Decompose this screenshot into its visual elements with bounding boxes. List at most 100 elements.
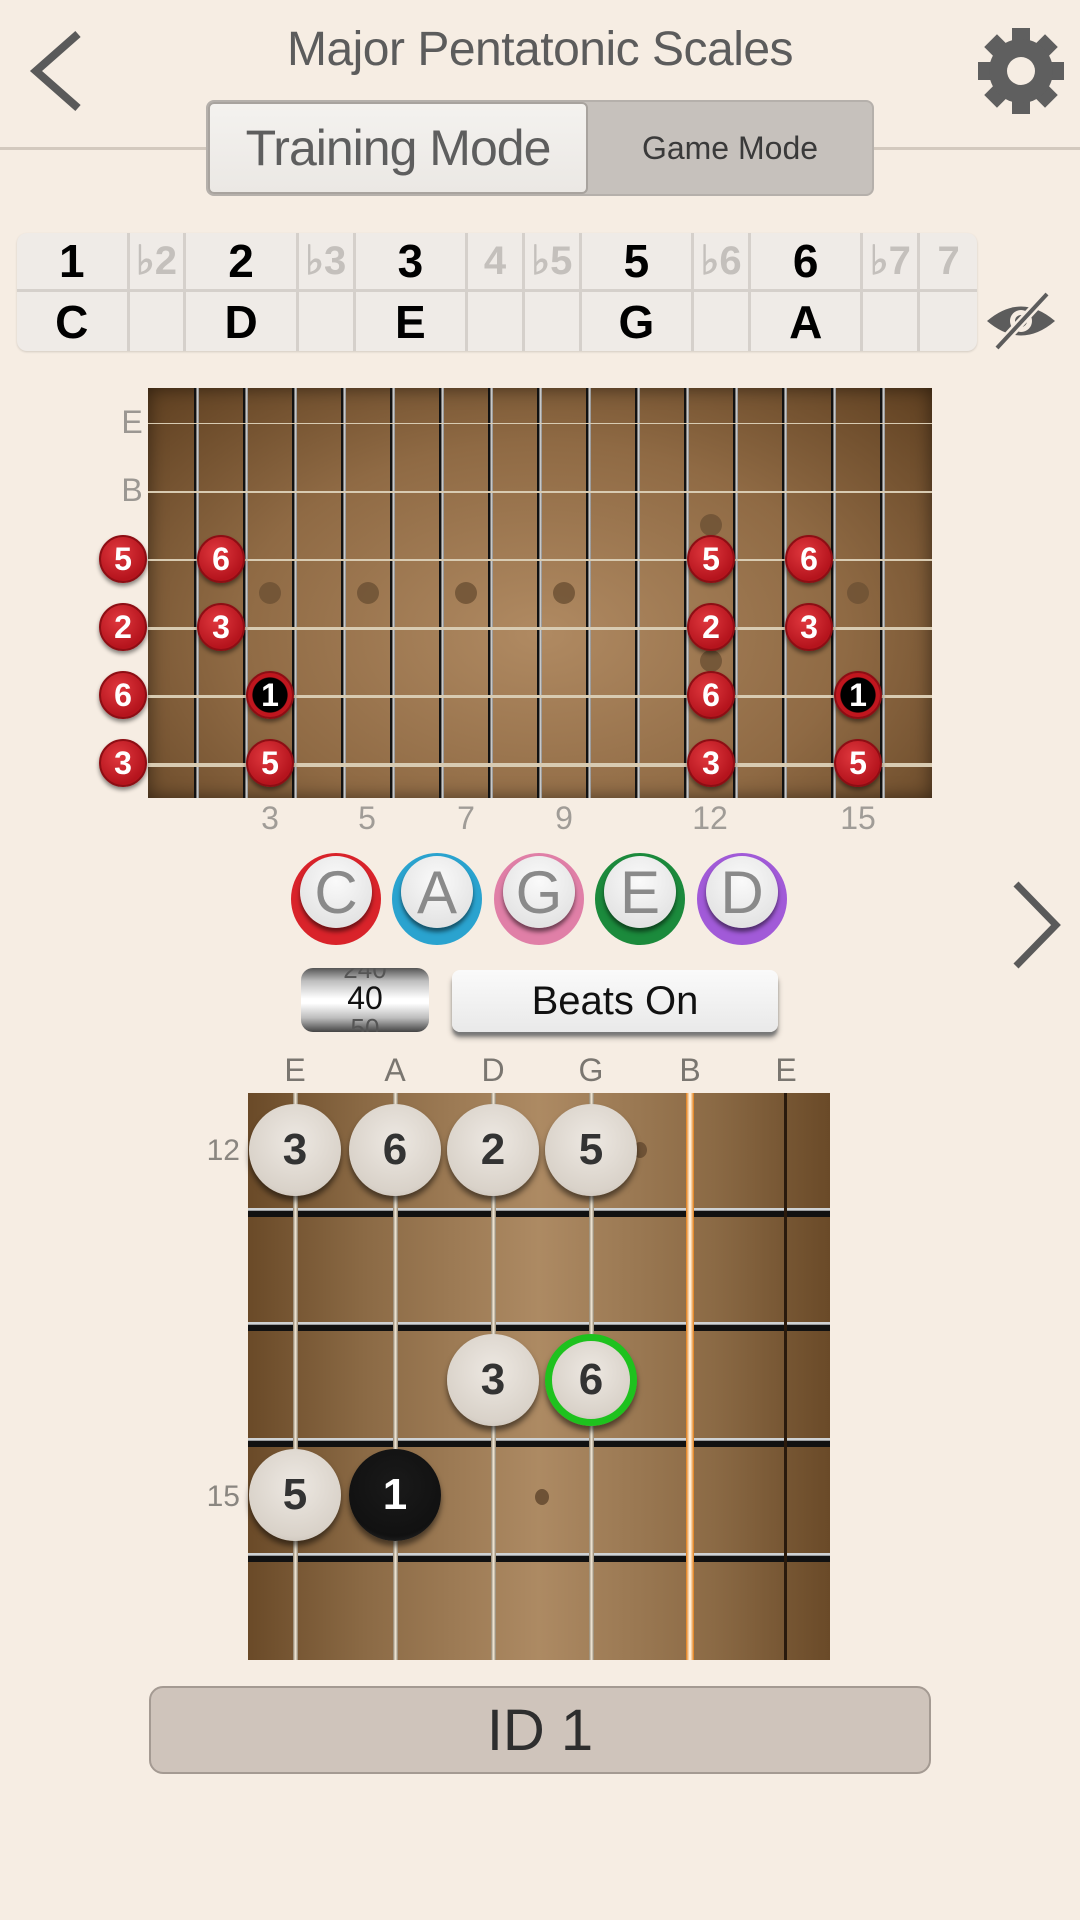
interval-column[interactable]: ♭7 — [863, 233, 921, 351]
scale-note-marker[interactable]: 5 — [99, 535, 147, 583]
interval-degree: ♭6 — [694, 233, 748, 292]
fret-wire — [243, 388, 248, 798]
string-label: D — [481, 1052, 505, 1088]
interval-column[interactable]: 5G — [581, 233, 695, 351]
fret-wire — [733, 388, 738, 798]
chevron-right-icon[interactable] — [1008, 880, 1064, 970]
caged-shape-label: G — [503, 856, 575, 928]
active-note-button[interactable]: 6 — [545, 1334, 637, 1426]
fret-label-15: 15 — [206, 1480, 240, 1513]
interval-note — [694, 292, 748, 351]
interval-note: C — [55, 295, 89, 348]
detail-fretboard[interactable] — [248, 1093, 830, 1660]
interval-column[interactable]: ♭5 — [524, 233, 582, 351]
note-button[interactable]: 5 — [249, 1449, 341, 1541]
beats-toggle-button[interactable]: Beats On — [452, 970, 778, 1032]
interval-degree: 4 — [468, 233, 522, 292]
note-button[interactable]: 3 — [249, 1104, 341, 1196]
interval-degree: ♭2 — [129, 233, 184, 292]
interval-note — [863, 292, 917, 351]
interval-note — [920, 292, 977, 351]
scale-note-marker[interactable]: 6 — [785, 535, 833, 583]
interval-note — [525, 292, 579, 351]
string-label: G — [578, 1052, 604, 1088]
fret-wire — [248, 1438, 830, 1447]
fret-wire — [194, 388, 199, 798]
root-note-marker[interactable]: 1 — [834, 671, 882, 719]
interval-column[interactable]: 2D — [186, 233, 299, 351]
fret-number-15: 15 — [840, 800, 876, 836]
interval-column[interactable]: 6A — [750, 233, 864, 351]
scale-note-marker[interactable]: 2 — [99, 603, 147, 651]
fret-wire — [684, 388, 689, 798]
root-note-marker[interactable]: 1 — [246, 671, 294, 719]
interval-degree: ♭5 — [524, 233, 579, 292]
interval-column[interactable]: ♭2 — [129, 233, 187, 351]
interval-column[interactable]: ♭3 — [298, 233, 356, 351]
scale-note-marker[interactable]: 5 — [834, 739, 882, 787]
interval-column[interactable]: 4 — [468, 233, 525, 351]
interval-column[interactable]: ♭6 — [694, 233, 751, 351]
interval-note: G — [618, 295, 655, 348]
eye-slash-icon[interactable] — [985, 290, 1057, 352]
caged-shape-d-button[interactable]: D — [697, 853, 787, 945]
mode-toggle: Training Mode Game Mode — [206, 100, 874, 196]
inlay-dot — [357, 582, 379, 604]
string-line — [148, 491, 932, 493]
interval-column[interactable]: 3E — [355, 233, 469, 351]
caged-shape-a-button[interactable]: A — [392, 853, 482, 945]
highlighted-string — [686, 1093, 694, 1660]
inlay-dot — [553, 582, 575, 604]
fret-wire — [248, 1553, 830, 1562]
scale-note-marker[interactable]: 3 — [99, 739, 147, 787]
fret-wire — [880, 388, 885, 798]
note-button[interactable]: 5 — [545, 1104, 637, 1196]
scale-note-marker[interactable]: 6 — [197, 535, 245, 583]
gear-icon[interactable] — [978, 28, 1064, 114]
root-note-button[interactable]: 1 — [349, 1449, 441, 1541]
fret-wire — [782, 388, 787, 798]
scale-note-marker[interactable]: 2 — [687, 603, 735, 651]
interval-column[interactable]: 1C — [17, 233, 130, 351]
inlay-dot — [847, 582, 869, 604]
scale-note-marker[interactable]: 5 — [246, 739, 294, 787]
fret-wire — [248, 1208, 830, 1217]
fret-number-5: 5 — [358, 800, 376, 836]
overview-fretboard[interactable] — [148, 388, 932, 798]
interval-column[interactable]: 7 — [920, 233, 977, 351]
training-mode-tab[interactable]: Training Mode — [208, 102, 588, 194]
string-line — [148, 423, 932, 424]
fret-wire — [292, 388, 297, 798]
id-bar: ID 1 — [149, 1686, 931, 1774]
caged-shape-label: A — [401, 856, 473, 928]
caged-shape-e-button[interactable]: E — [595, 853, 685, 945]
scale-note-marker[interactable]: 3 — [785, 603, 833, 651]
fret-number-7: 7 — [457, 800, 475, 836]
tempo-picker[interactable]: 240 40 50 — [301, 968, 429, 1032]
caged-shape-label: E — [604, 856, 676, 928]
interval-degree: 7 — [920, 233, 977, 292]
scale-note-marker[interactable]: 3 — [687, 739, 735, 787]
note-button[interactable]: 6 — [349, 1104, 441, 1196]
caged-shape-c-button[interactable]: C — [291, 853, 381, 945]
interval-note: D — [224, 295, 258, 348]
fret-wire — [248, 1322, 830, 1331]
scale-note-marker[interactable]: 5 — [687, 535, 735, 583]
note-button[interactable]: 3 — [447, 1334, 539, 1426]
note-button[interactable]: 2 — [447, 1104, 539, 1196]
caged-shape-label: C — [300, 856, 372, 928]
game-mode-tab[interactable]: Game Mode — [588, 102, 872, 194]
fret-number-9: 9 — [555, 800, 573, 836]
scale-note-marker[interactable]: 6 — [99, 671, 147, 719]
caged-shape-g-button[interactable]: G — [494, 853, 584, 945]
interval-degree: 3 — [355, 233, 466, 292]
interval-table: 1 C ♭2 2 D ♭3 3 E 4 ♭5 5 G ♭6 6 A ♭7 7 — [17, 233, 977, 351]
fret-wire — [488, 388, 493, 798]
fret-wire — [586, 388, 591, 798]
interval-note: A — [789, 295, 823, 348]
interval-note: E — [395, 295, 426, 348]
scale-note-marker[interactable]: 3 — [197, 603, 245, 651]
fret-number-3: 3 — [261, 800, 279, 836]
scale-note-marker[interactable]: 6 — [687, 671, 735, 719]
fret-wire — [341, 388, 346, 798]
